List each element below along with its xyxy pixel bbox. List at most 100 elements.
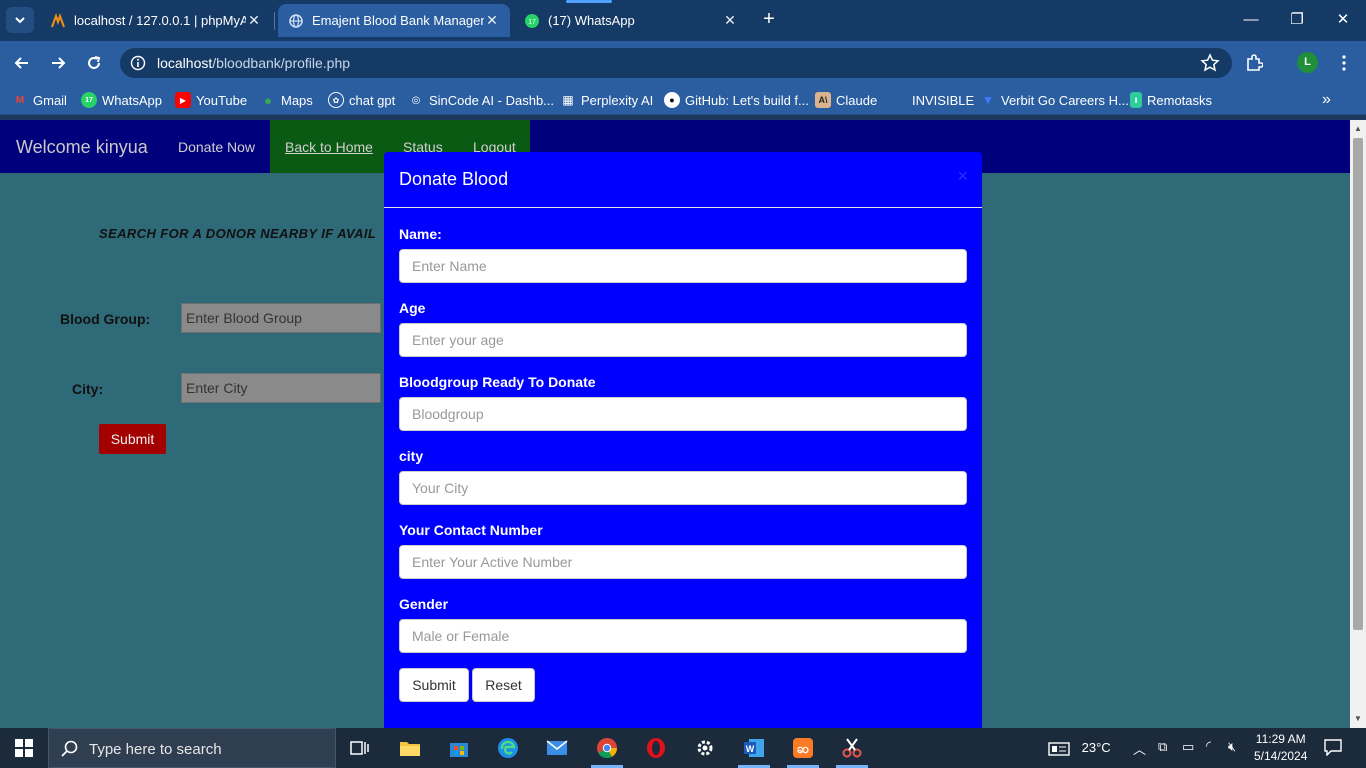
arrow-right-icon: [52, 57, 66, 69]
bookmark-chatgpt[interactable]: ✿ chat gpt: [328, 91, 395, 109]
puzzle-icon: [1247, 54, 1263, 71]
age-field[interactable]: [399, 323, 967, 357]
bookmarks-bar: M Gmail 17 WhatsApp ▶ YouTube ● Maps ✿ chat g…: [0, 85, 1366, 115]
nav-back-to-home[interactable]: Back to Home: [285, 139, 373, 155]
bookmark-whatsapp[interactable]: 17 WhatsApp: [81, 91, 162, 109]
nav-donate-now[interactable]: Donate Now: [178, 139, 255, 155]
bookmark-gmail[interactable]: M Gmail: [12, 91, 67, 109]
window-close-button[interactable]: ✕: [1320, 8, 1366, 32]
scrollbar-thumb[interactable]: [1353, 138, 1363, 630]
taskbar-mail[interactable]: [537, 732, 577, 764]
city-label: city: [399, 448, 424, 464]
taskbar-chrome[interactable]: [587, 732, 627, 768]
clock-date: 5/14/2024: [1254, 749, 1308, 763]
tab-blood-bank[interactable]: Emajent Blood Bank Management ✕: [278, 4, 510, 37]
minimize-button[interactable]: —: [1228, 8, 1274, 32]
close-icon[interactable]: ✕: [722, 12, 738, 29]
close-icon[interactable]: ✕: [484, 12, 500, 29]
search-submit-button[interactable]: Submit: [99, 424, 166, 454]
tab-title: localhost / 127.0.0.1 | phpMyAdmin: [74, 13, 246, 28]
site-info-icon[interactable]: [128, 53, 148, 73]
weather-icon: [1048, 741, 1070, 756]
navbar-brand[interactable]: Welcome kinyua: [16, 137, 148, 158]
reload-button[interactable]: [80, 49, 108, 77]
donate-blood-modal: Donate Blood × Name: Age Bloodgroup Read…: [384, 152, 982, 728]
taskbar-file-explorer[interactable]: [390, 732, 430, 764]
bookmark-github[interactable]: ● GitHub: Let's build f...: [664, 91, 809, 109]
profile-avatar[interactable]: L: [1297, 52, 1318, 73]
taskbar-settings[interactable]: [685, 732, 725, 764]
volume-muted-icon[interactable]: 🔇︎: [1228, 739, 1236, 755]
city-label: City:: [72, 381, 104, 397]
gender-field[interactable]: [399, 619, 967, 653]
extensions-button[interactable]: [1240, 49, 1268, 77]
tab-whatsapp[interactable]: 17 (17) WhatsApp ✕: [514, 4, 748, 37]
page-viewport: Welcome kinyua Donate Now Back to Home S…: [0, 120, 1350, 728]
bookmark-maps[interactable]: ● Maps: [260, 91, 313, 109]
tab-title: (17) WhatsApp: [548, 13, 635, 28]
task-view-icon: [350, 741, 369, 755]
scroll-down-icon[interactable]: ▼: [1354, 714, 1362, 723]
age-label: Age: [399, 300, 426, 316]
blood-group-input[interactable]: Enter Blood Group: [181, 303, 381, 333]
clock[interactable]: 11:29 AM 5/14/2024: [1254, 731, 1307, 765]
weather-widget[interactable]: 23°C: [1048, 740, 1111, 756]
wifi-icon[interactable]: ◜: [1206, 738, 1211, 754]
tab-phpmyadmin[interactable]: localhost / 127.0.0.1 | phpMyAdmin ✕: [40, 4, 272, 37]
taskbar-snipping-tool[interactable]: [832, 732, 872, 768]
clock-time: 11:29 AM: [1255, 732, 1306, 746]
bookmark-remotasks[interactable]: ı Remotasks: [1130, 91, 1212, 109]
close-icon[interactable]: ×: [957, 166, 968, 187]
back-button[interactable]: [8, 49, 36, 77]
bookmark-label: INVISIBLE: [912, 92, 975, 108]
taskbar-xampp[interactable]: ဆ: [783, 732, 823, 768]
bookmark-invisible[interactable]: INVISIBLE: [912, 91, 974, 109]
task-view-button[interactable]: [340, 732, 380, 764]
forward-button[interactable]: [44, 49, 72, 77]
bookmark-claude[interactable]: A\ Claude: [815, 91, 877, 109]
mail-icon: [546, 740, 568, 755]
store-icon: [450, 743, 468, 757]
modal-submit-button[interactable]: Submit: [399, 668, 469, 702]
name-field[interactable]: [399, 249, 967, 283]
contact-number-field[interactable]: [399, 545, 967, 579]
tab-title: Emajent Blood Bank Management: [312, 13, 484, 28]
bloodgroup-field[interactable]: [399, 397, 967, 431]
tab-search-button[interactable]: [6, 7, 34, 33]
bookmark-label: chat gpt: [349, 92, 396, 108]
bookmark-perplexity[interactable]: ▦ Perplexity AI: [560, 91, 653, 109]
tray-overflow-button[interactable]: ︿: [1133, 739, 1146, 758]
bookmark-label: YouTube: [196, 92, 248, 108]
taskbar-search-box[interactable]: Type here to search: [48, 728, 336, 768]
city-field[interactable]: [399, 471, 967, 505]
bookmark-sincode[interactable]: ◎ SinCode AI - Dashb...: [408, 91, 554, 109]
notifications-button[interactable]: [1324, 738, 1342, 759]
address-bar[interactable]: localhost/bloodbank/profile.php: [120, 48, 1232, 78]
city-input[interactable]: Enter City: [181, 373, 381, 403]
modal-reset-button[interactable]: Reset: [472, 668, 535, 702]
restore-button[interactable]: ❐: [1274, 8, 1320, 32]
taskbar-store[interactable]: [439, 732, 479, 764]
new-tab-button[interactable]: +: [758, 8, 780, 32]
taskbar-edge[interactable]: [488, 732, 528, 764]
page-scrollbar[interactable]: ▲ ▼: [1350, 120, 1366, 728]
modal-header: Donate Blood ×: [384, 152, 982, 208]
windows-logo-icon: [15, 739, 33, 757]
bookmark-youtube[interactable]: ▶ YouTube: [175, 91, 247, 109]
bookmark-verbit[interactable]: ▼ Verbit Go Careers H...: [980, 91, 1129, 109]
browser-menu-button[interactable]: [1330, 49, 1358, 77]
taskbar-opera[interactable]: [636, 732, 676, 764]
url-host: localhost: [157, 55, 213, 71]
sincode-icon: ◎: [411, 94, 421, 106]
bookmark-star-icon[interactable]: [1200, 53, 1220, 78]
taskbar-word[interactable]: W: [734, 732, 774, 768]
scroll-up-icon[interactable]: ▲: [1354, 124, 1362, 133]
perplexity-icon: ▦: [562, 93, 574, 107]
battery-icon[interactable]: ▭: [1182, 739, 1194, 755]
browser-tab-strip: localhost / 127.0.0.1 | phpMyAdmin ✕ Ema…: [0, 0, 1366, 41]
double-chevron-right-icon: »: [1322, 91, 1331, 108]
close-icon[interactable]: ✕: [246, 12, 262, 29]
bookmarks-overflow-button[interactable]: »: [1322, 91, 1331, 109]
tray-meet-icon[interactable]: ⧉: [1158, 739, 1167, 755]
start-button[interactable]: [0, 728, 48, 768]
